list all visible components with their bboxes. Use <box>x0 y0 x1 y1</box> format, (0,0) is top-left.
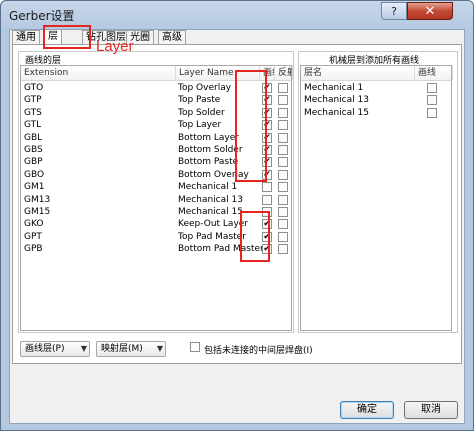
table-row[interactable]: Mechanical 1 <box>301 82 451 94</box>
extension-cell: GBS <box>24 145 43 155</box>
mirror-checkbox[interactable] <box>278 182 288 193</box>
mirror-checkbox[interactable] <box>278 83 288 93</box>
extension-cell: GM1 <box>24 182 45 193</box>
help-button[interactable]: ? <box>381 2 407 20</box>
plot-checkbox[interactable] <box>427 83 437 93</box>
extension-cell: GPB <box>24 244 43 255</box>
mechanical-layer-cell: Mechanical 13 <box>304 95 369 106</box>
mirror-checkbox[interactable] <box>278 120 288 131</box>
extension-cell: GTS <box>24 107 42 118</box>
plot-layers-dropdown-label: 画线层(P) <box>25 344 65 354</box>
plot-checkbox[interactable] <box>427 107 437 118</box>
extension-cell: GTP <box>24 95 42 106</box>
column-header-plot-mech[interactable]: 画线 <box>415 66 453 80</box>
mirror-checkbox[interactable] <box>278 219 288 230</box>
table-row[interactable]: GM13 Mechanical 13 <box>21 194 291 206</box>
table-row[interactable]: GM1 Mechanical 1 <box>21 181 291 193</box>
mirror-checkbox[interactable] <box>278 244 288 255</box>
mirror-layers-dropdown-label: 映射层(M) <box>101 344 143 354</box>
mirror-checkbox[interactable] <box>278 145 288 155</box>
ok-button[interactable]: 确定 <box>340 401 394 419</box>
mirror-checkbox[interactable] <box>278 231 288 242</box>
include-unconnected-label: 包括未连接的中间层焊盘(I) <box>204 346 313 356</box>
tab-advanced[interactable]: 高级 <box>158 30 186 44</box>
mechanical-layers-header: 层名 画线 <box>301 66 453 81</box>
column-header-layer[interactable]: 层名 <box>301 66 415 80</box>
mirror-checkbox[interactable] <box>278 107 288 118</box>
annotation-layer-label: Layer <box>96 38 134 55</box>
annotation-tab-highlight <box>43 25 91 49</box>
mirror-checkbox[interactable] <box>278 169 288 180</box>
include-unconnected-checkbox[interactable] <box>190 342 200 352</box>
plot-checkbox[interactable] <box>262 194 272 205</box>
extension-cell: GBP <box>24 157 43 168</box>
mirror-checkbox[interactable] <box>278 95 288 106</box>
extension-cell: GBO <box>24 169 45 180</box>
layer-name-cell: Mechanical 13 <box>178 194 243 205</box>
chevron-down-icon: ▼ <box>80 344 87 353</box>
mirror-checkbox[interactable] <box>278 207 288 217</box>
table-row[interactable]: Mechanical 15 <box>301 107 451 119</box>
mirror-checkbox[interactable] <box>278 157 288 168</box>
close-button[interactable]: ✕ <box>407 2 453 20</box>
extension-cell: GTO <box>24 83 44 93</box>
plot-checkbox[interactable] <box>262 182 272 193</box>
plot-layers-dropdown[interactable]: 画线层(P) ▼ <box>20 341 90 357</box>
annotation-top-plot-highlight <box>235 70 267 182</box>
extension-cell: GKO <box>24 219 44 230</box>
extension-cell: GBL <box>24 132 43 143</box>
extension-cell: GM13 <box>24 194 51 205</box>
mirror-checkbox[interactable] <box>278 132 288 143</box>
extension-cell: GTL <box>24 120 42 131</box>
annotation-bottom-plot-highlight <box>240 211 270 262</box>
column-header-extension[interactable]: Extension <box>21 66 176 80</box>
mirror-checkbox[interactable] <box>278 194 288 205</box>
column-header-mirror[interactable]: 反射 <box>275 66 293 80</box>
chevron-down-icon: ▼ <box>156 344 163 353</box>
mechanical-layers-list[interactable]: 层名 画线 Mechanical 1 Mechanical 13 Mechanica… <box>300 65 453 331</box>
tab-general[interactable]: 通用 <box>12 30 40 44</box>
mechanical-layer-cell: Mechanical 1 <box>304 83 364 93</box>
cancel-button[interactable]: 取消 <box>404 401 458 419</box>
mirror-layers-dropdown[interactable]: 映射层(M) ▼ <box>96 341 166 357</box>
window-title: Gerber设置 <box>9 9 75 23</box>
plot-checkbox[interactable] <box>427 95 437 106</box>
extension-cell: GM15 <box>24 207 51 217</box>
table-row[interactable]: Mechanical 13 <box>301 94 451 106</box>
mechanical-layer-cell: Mechanical 15 <box>304 107 369 118</box>
extension-cell: GPT <box>24 231 42 242</box>
layer-name-cell: Mechanical 1 <box>178 182 238 193</box>
